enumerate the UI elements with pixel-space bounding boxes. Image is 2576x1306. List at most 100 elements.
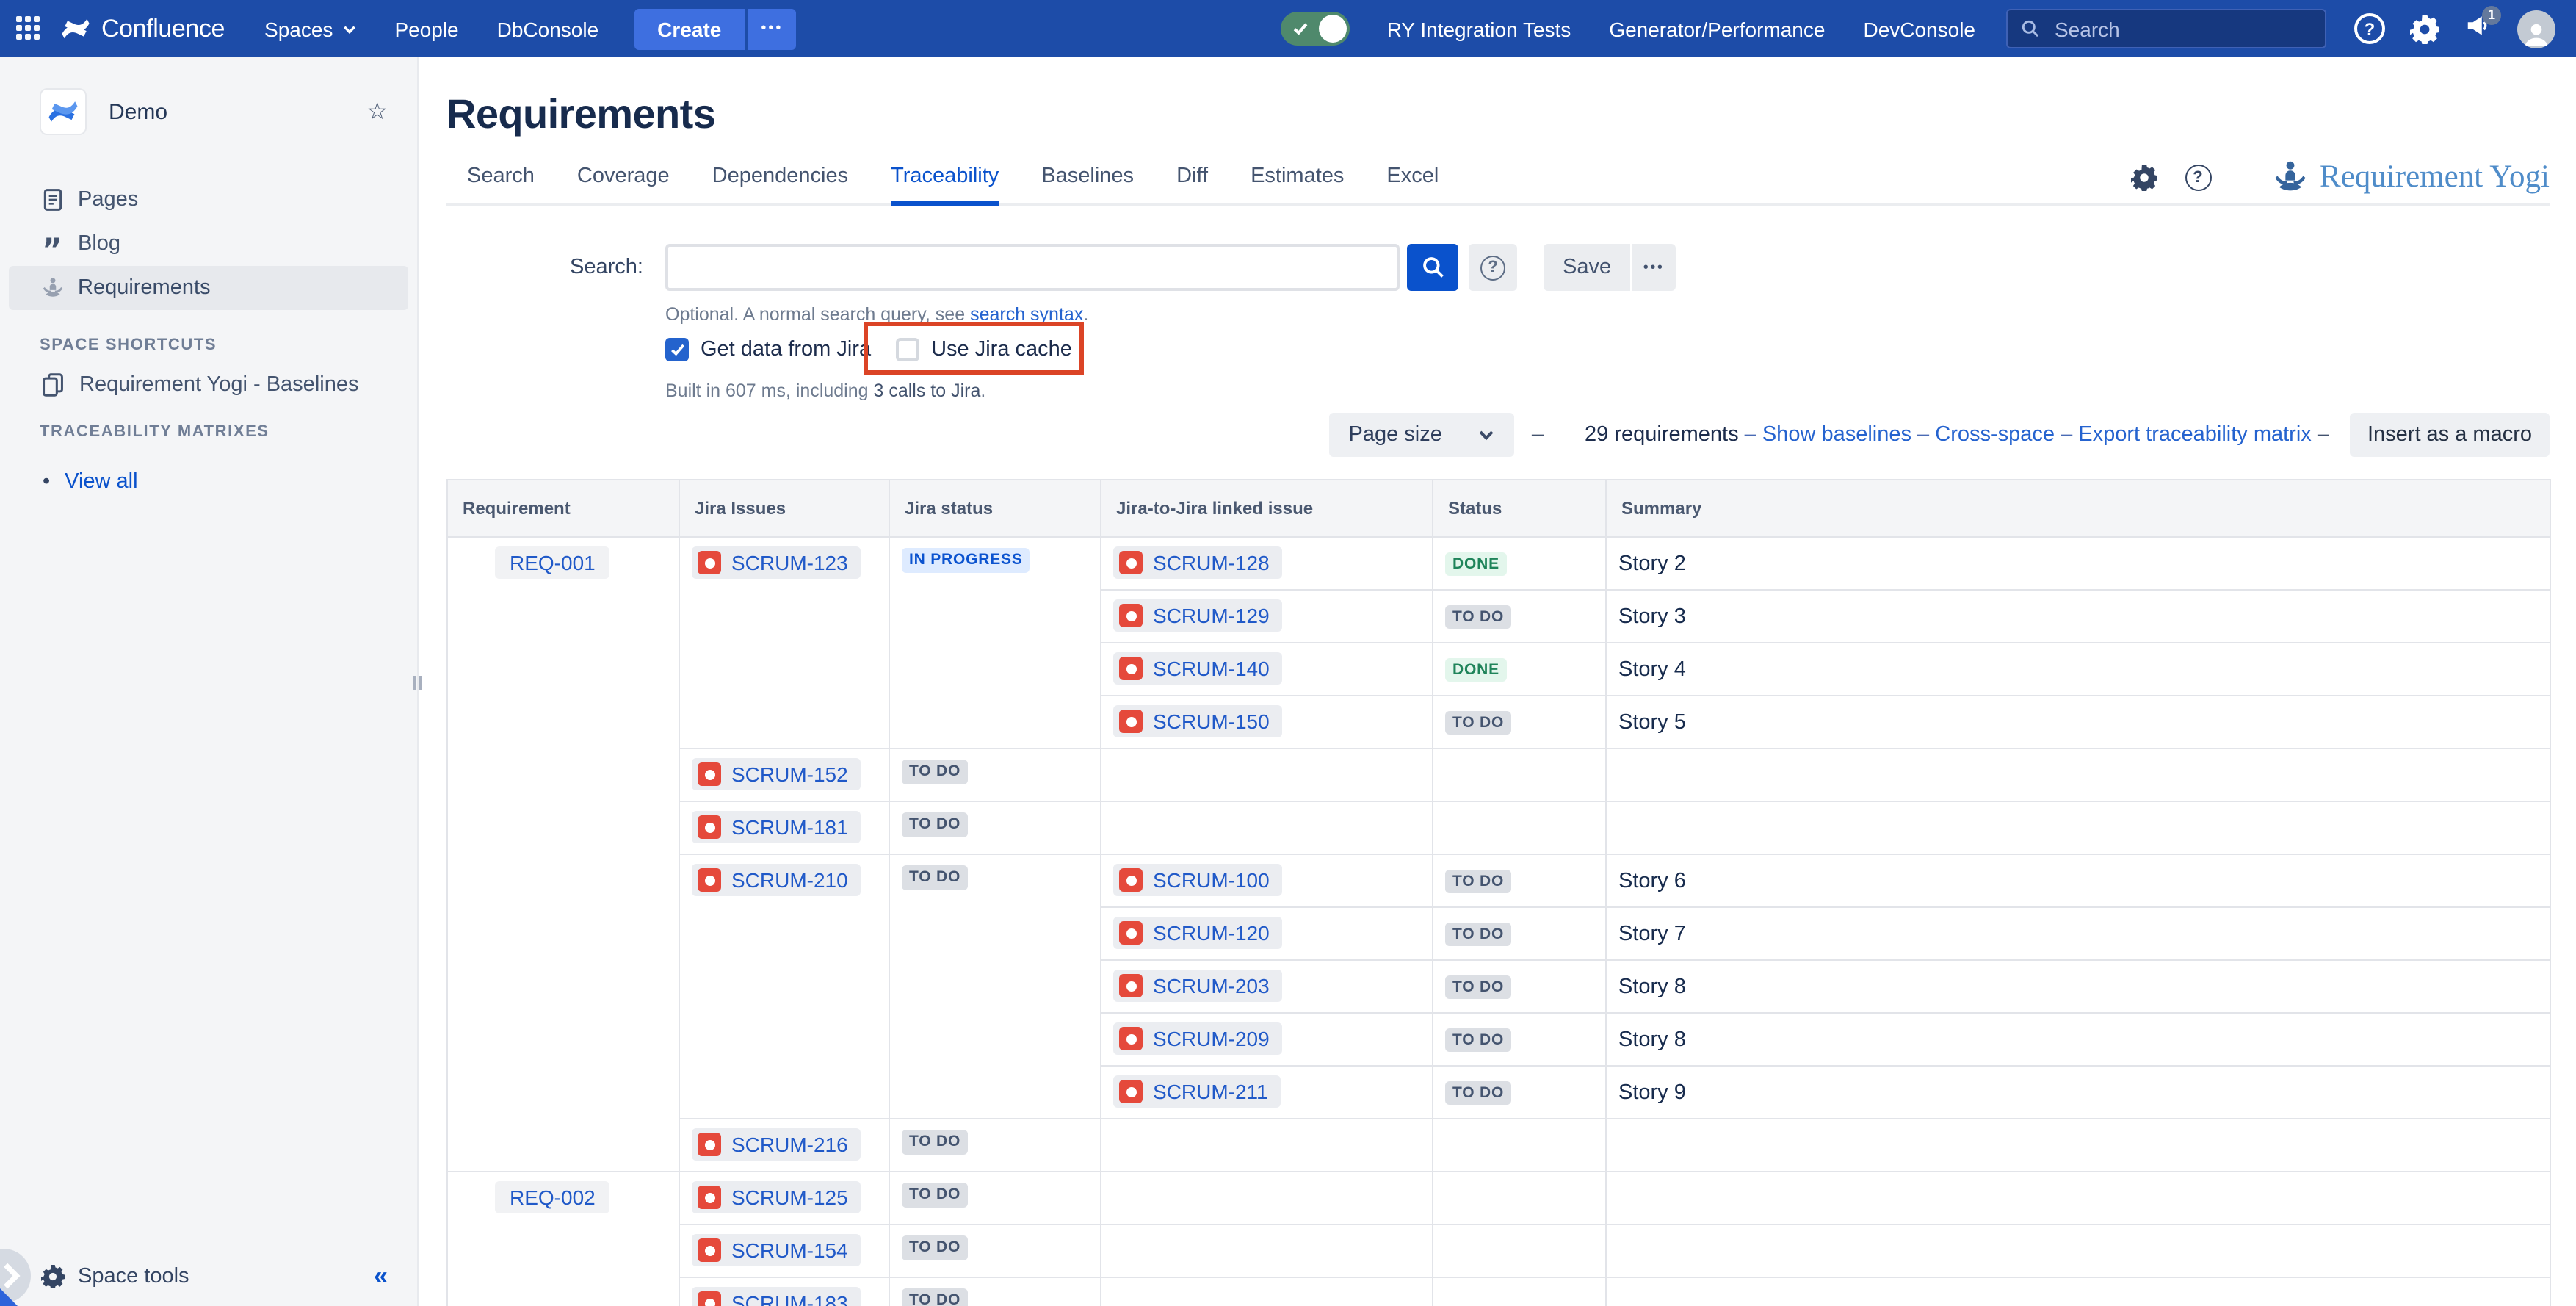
sidebar-resize-grip[interactable] <box>413 676 422 690</box>
nav-item-people[interactable]: People <box>394 17 458 40</box>
jira-issue-link[interactable]: SCRUM-152 <box>692 758 861 790</box>
nav-item-devconsole[interactable]: DevConsole <box>1863 17 1975 40</box>
jira-issue-link[interactable]: SCRUM-140 <box>1113 652 1283 685</box>
use-jira-cache-checkbox[interactable] <box>896 338 919 361</box>
linked-status-cell: TO DO <box>1433 1066 1606 1119</box>
table-row: SCRUM-210TO DOSCRUM-100TO DOStory 6 <box>447 854 2550 907</box>
sidebar-item-baselines[interactable]: Requirement Yogi - Baselines <box>40 372 417 397</box>
jira-issue-link[interactable]: SCRUM-209 <box>1113 1022 1283 1055</box>
tab-baselines[interactable]: Baselines <box>1041 165 1134 203</box>
column-header-status: Status <box>1433 480 1606 537</box>
link-cross-space[interactable]: Cross-space <box>1935 423 2055 447</box>
jira-calls-text: 3 calls to Jira <box>874 380 981 401</box>
nav-item-dbconsole[interactable]: DbConsole <box>497 17 599 40</box>
global-search[interactable] <box>2006 9 2326 48</box>
jira-issue-link[interactable]: SCRUM-211 <box>1113 1075 1281 1108</box>
search-help-button[interactable]: ? <box>1469 244 1517 291</box>
jira-issue-link[interactable]: SCRUM-203 <box>1113 970 1283 1002</box>
linked-status-cell: TO DO <box>1433 907 1606 960</box>
global-search-input[interactable] <box>2052 15 2287 42</box>
check-icon <box>1293 21 1309 37</box>
sidebar-item-requirements[interactable]: Requirements <box>9 266 408 310</box>
search-button[interactable] <box>1407 244 1458 291</box>
sidebar-item-blog[interactable]: ” Blog <box>9 222 408 266</box>
linked-issue-cell: SCRUM-209 <box>1101 1013 1433 1066</box>
jira-issue-link[interactable]: SCRUM-150 <box>1113 705 1283 737</box>
search-syntax-link[interactable]: search syntax <box>970 304 1083 325</box>
tab-estimates[interactable]: Estimates <box>1251 165 1344 203</box>
save-button[interactable]: Save <box>1544 244 1630 291</box>
help-icon[interactable]: ? <box>2185 164 2211 190</box>
favorite-star-icon[interactable]: ☆ <box>366 97 388 126</box>
sidebar-item-pages[interactable]: Pages <box>9 178 408 222</box>
tab-coverage[interactable]: Coverage <box>577 165 670 203</box>
jira-bug-icon <box>698 551 721 574</box>
nav-right-menu: RY Integration Tests Generator/Performanc… <box>1387 17 1975 40</box>
table-header-row: RequirementJira IssuesJira statusJira-to… <box>447 480 2550 537</box>
tab-excel[interactable]: Excel <box>1386 165 1439 203</box>
confluence-logo[interactable]: Confluence <box>60 13 225 44</box>
help-icon[interactable]: ? <box>2354 13 2385 44</box>
jira-issue-link[interactable]: SCRUM-120 <box>1113 917 1283 949</box>
settings-gear-icon[interactable] <box>2410 14 2439 43</box>
requirement-link[interactable]: REQ-001 <box>495 546 610 579</box>
jira-bug-icon <box>1119 1027 1143 1050</box>
create-button[interactable]: Create <box>634 8 745 49</box>
jira-issue-link[interactable]: SCRUM-154 <box>692 1234 861 1266</box>
get-data-from-jira-checkbox[interactable] <box>665 338 689 361</box>
table-row: SCRUM-183 TO DO <box>447 1277 2550 1306</box>
insert-as-macro-button[interactable]: Insert as a macro <box>2350 413 2550 457</box>
status-lozenge: TO DO <box>902 1288 968 1306</box>
jira-issue-link[interactable]: SCRUM-129 <box>1113 599 1283 632</box>
chevron-down-icon <box>341 21 356 36</box>
tabs-bar: Search Coverage Dependencies Traceability Ba… <box>446 159 2550 206</box>
nav-item-generator-performance[interactable]: Generator/Performance <box>1609 17 1825 40</box>
page-size-dropdown[interactable]: Page size <box>1330 413 1514 457</box>
jira-issue-link[interactable]: SCRUM-100 <box>1113 864 1283 896</box>
jira-issue-link[interactable]: SCRUM-181 <box>692 811 861 843</box>
jira-bug-icon <box>698 1291 721 1306</box>
space-name[interactable]: Demo <box>109 99 343 124</box>
linked-status-cell <box>1433 1224 1606 1277</box>
quote-icon: ” <box>40 231 65 256</box>
jira-issue-link[interactable]: SCRUM-216 <box>692 1128 861 1161</box>
tab-traceability[interactable]: Traceability <box>891 165 999 206</box>
jira-issue-link[interactable]: SCRUM-128 <box>1113 546 1283 579</box>
nav-item-spaces[interactable]: Spaces <box>264 17 356 40</box>
jira-issue-cell: SCRUM-123 <box>679 537 889 748</box>
jira-issue-link[interactable]: SCRUM-210 <box>692 864 861 896</box>
chevron-right-icon <box>0 1262 21 1290</box>
tab-dependencies[interactable]: Dependencies <box>712 165 848 203</box>
space-logo[interactable] <box>41 90 85 134</box>
user-avatar[interactable] <box>2517 10 2555 48</box>
view-all-item[interactable]: • View all <box>43 470 417 494</box>
nav-more-button[interactable]: ••• <box>748 8 796 49</box>
linked-status-cell: TO DO <box>1433 590 1606 643</box>
linked-issue-cell: SCRUM-100 <box>1101 854 1433 907</box>
jira-status-cell: TO DO <box>889 1172 1101 1224</box>
space-tools-button[interactable]: Space tools <box>78 1265 361 1288</box>
requirement-link[interactable]: REQ-002 <box>495 1181 610 1213</box>
jira-issue-link[interactable]: SCRUM-123 <box>692 546 861 579</box>
settings-gear-icon[interactable] <box>2130 164 2157 190</box>
feature-toggle[interactable] <box>1281 12 1350 46</box>
requirement-yogi-logo[interactable]: Requirement Yogi <box>2271 159 2550 195</box>
tab-search[interactable]: Search <box>467 165 535 203</box>
nav-item-ry-integration-tests[interactable]: RY Integration Tests <box>1387 17 1571 40</box>
document-icon <box>40 187 65 212</box>
view-all-link[interactable]: View all <box>65 470 137 494</box>
jira-issue-link[interactable]: SCRUM-183 <box>692 1287 861 1306</box>
sidebar-nav: Pages ” Blog Requirements <box>0 178 417 310</box>
notifications-icon[interactable]: 1 <box>2464 11 2492 46</box>
link-export-traceability-matrix[interactable]: Export traceability matrix <box>2078 423 2312 447</box>
app-switcher-icon[interactable] <box>16 16 41 41</box>
collapse-sidebar-icon[interactable]: « <box>374 1262 388 1291</box>
traceability-search-input[interactable] <box>665 244 1400 291</box>
nav-icons: ? 1 <box>2354 10 2555 48</box>
linked-issue-cell: SCRUM-150 <box>1101 696 1433 748</box>
link-show-baselines[interactable]: Show baselines <box>1762 423 1911 447</box>
jira-issue-link[interactable]: SCRUM-125 <box>692 1181 861 1213</box>
summary-cell: Story 5 <box>1606 696 2550 748</box>
tab-diff[interactable]: Diff <box>1176 165 1208 203</box>
save-more-button[interactable]: ••• <box>1632 244 1676 291</box>
